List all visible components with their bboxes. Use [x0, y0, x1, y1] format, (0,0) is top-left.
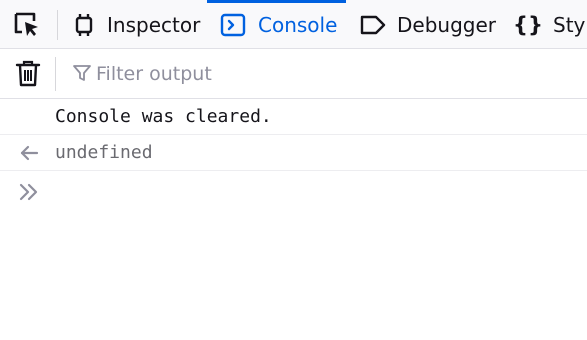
- devtools-toolbar: Inspector Console Debugger {} Styl: [0, 0, 587, 49]
- style-editor-icon: {}: [513, 12, 543, 38]
- console-message: Console was cleared.: [0, 99, 587, 135]
- filter-output-input[interactable]: [96, 59, 576, 89]
- console-input[interactable]: [55, 179, 575, 205]
- filter-divider: [55, 57, 56, 91]
- selected-tab-indicator: [207, 0, 346, 3]
- tab-debugger-label: Debugger: [397, 13, 496, 37]
- console-result-message: undefined: [0, 135, 587, 171]
- tab-style-editor-label: Styl: [553, 13, 587, 37]
- element-picker-icon[interactable]: [12, 10, 42, 40]
- console-result-text: undefined: [55, 142, 153, 163]
- tab-inspector[interactable]: Inspector: [66, 0, 202, 48]
- svg-text:{}: {}: [515, 13, 541, 37]
- result-arrow-icon: [18, 143, 40, 163]
- debugger-icon: [359, 12, 386, 38]
- console-message-text: Console was cleared.: [55, 106, 272, 127]
- tab-console[interactable]: Console: [207, 0, 346, 48]
- toolbar-divider: [57, 10, 58, 40]
- tab-console-label: Console: [258, 13, 338, 37]
- chevron-double-right-icon: [18, 181, 40, 203]
- tab-debugger[interactable]: Debugger: [350, 0, 500, 48]
- inspector-icon: [71, 12, 97, 38]
- console-icon: [220, 12, 246, 38]
- tab-style-editor[interactable]: {} Styl: [505, 0, 587, 48]
- console-filter-bar: [0, 49, 587, 99]
- console-input-row: [0, 171, 587, 211]
- funnel-icon: [72, 63, 92, 83]
- tab-inspector-label: Inspector: [107, 13, 201, 37]
- trash-icon[interactable]: [14, 59, 42, 89]
